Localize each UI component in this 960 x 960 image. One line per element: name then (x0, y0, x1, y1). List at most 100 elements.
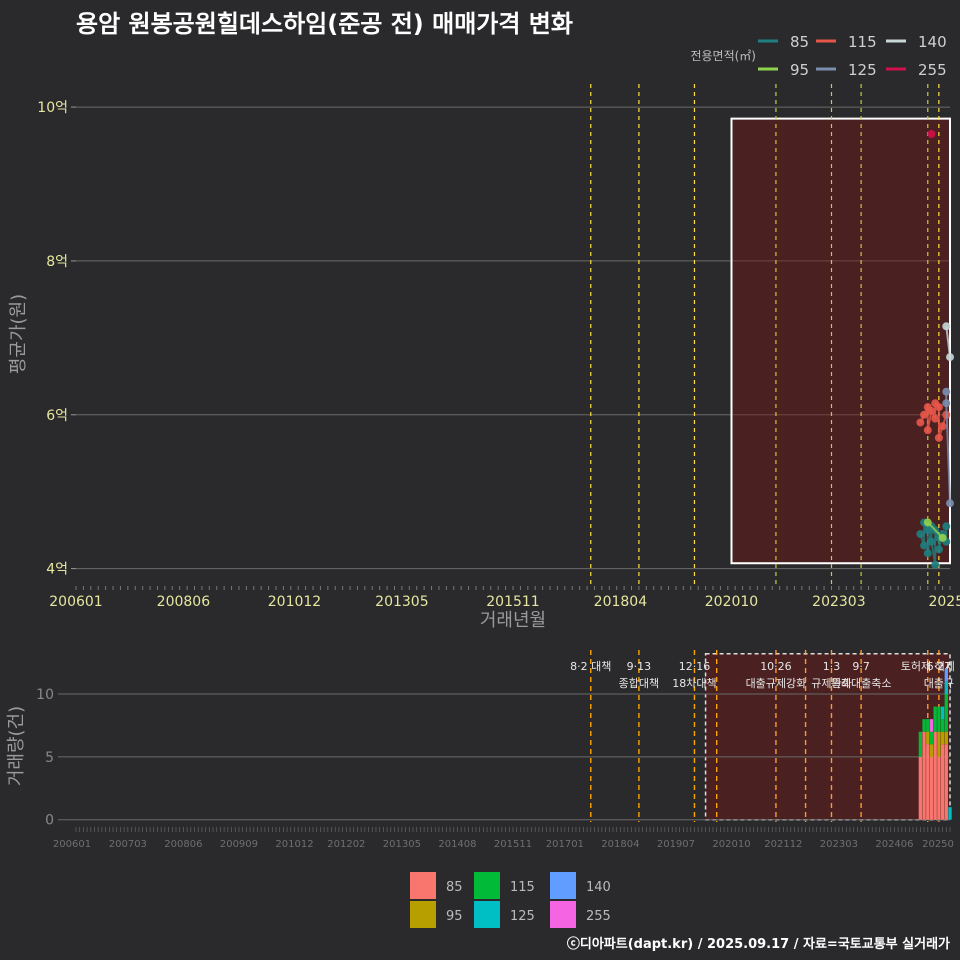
volume-legend-swatch (474, 872, 500, 899)
volume-xtick-label: 200703 (109, 839, 147, 850)
volume-bar-segment (948, 807, 952, 820)
price-point (938, 533, 947, 542)
volume-bar-segment (940, 731, 945, 745)
volume-legend-label: 95 (446, 909, 463, 924)
price-point (931, 560, 940, 569)
volume-xtick-label: 201012 (275, 839, 313, 850)
price-series-255 (927, 130, 936, 138)
price-point (934, 433, 943, 442)
volume-xtick-label: 201202 (327, 839, 365, 850)
volume-bar-segment (929, 744, 934, 757)
volume-bar-segment (940, 706, 945, 720)
price-ytick-label: 6억 (46, 408, 68, 424)
price-point (923, 549, 932, 558)
price-point (942, 322, 951, 331)
volume-event-label: 12·16 (679, 660, 711, 673)
volume-bar-segment (944, 694, 948, 732)
price-point (923, 518, 932, 527)
price-point (934, 545, 943, 554)
volume-event-label: 대출규제강화 (746, 677, 807, 690)
volume-legend-swatch (550, 901, 576, 928)
price-legend-label: 140 (918, 33, 947, 51)
volume-ytick-label: 5 (45, 750, 54, 766)
volume-xtick-label: 201907 (657, 839, 695, 850)
price-point (942, 387, 951, 396)
volume-legend-label: 125 (510, 909, 535, 924)
volume-panel: 0 5 10 8·2 대책 9·13 종합대책 12·16 18차대책 10·26 대출규제강화 1… (6, 650, 955, 928)
price-point (938, 422, 947, 431)
volume-bar-segment (937, 706, 941, 732)
price-xtick-label: 202010 (705, 594, 758, 610)
price-xtick-label: 201012 (268, 594, 321, 610)
volume-xtick-label: 202303 (820, 839, 858, 850)
volume-bar-segment (944, 744, 948, 820)
volume-ytick-label: 10 (36, 687, 54, 703)
volume-bar-segment (918, 731, 923, 757)
volume-bar-segment (933, 731, 937, 820)
price-point (916, 418, 925, 427)
volume-legend-swatch (474, 901, 500, 928)
price-xtick-label: 2025 (928, 594, 960, 610)
volume-event-label: 특례대출축소 (831, 677, 892, 690)
volume-event-label: 대출규 (924, 677, 954, 690)
chart-canvas: 4억 6억 8억 10억 200601 200806 201012 201305 201511 2… (6, 33, 960, 928)
price-ytick-label: 8억 (46, 254, 68, 270)
volume-legend-swatch (550, 872, 576, 899)
price-point (927, 130, 936, 138)
price-panel: 4억 6억 8억 10억 200601 200806 201012 201305 201511 2… (8, 33, 960, 631)
volume-bar-segment (926, 719, 930, 732)
price-point (946, 353, 954, 362)
price-y-axis-title: 평균가(원) (8, 294, 29, 374)
volume-xtick-label: 201804 (601, 839, 639, 850)
price-x-axis-title: 거래년월 (480, 610, 546, 631)
volume-bar-segment (933, 706, 937, 732)
price-xtick-label: 202303 (812, 594, 865, 610)
volume-xtick-label: 20250 (922, 839, 954, 850)
volume-bar-segment (944, 731, 948, 745)
price-legend-label: 115 (848, 33, 877, 51)
volume-legend-swatch (410, 872, 436, 899)
volume-bar-segment (944, 681, 948, 694)
volume-bar-segment (926, 731, 930, 745)
price-point (942, 522, 951, 531)
volume-event-label: 9·7 (852, 660, 870, 673)
price-xtick-label: 201511 (486, 594, 539, 610)
price-legend-label: 85 (790, 33, 809, 51)
price-legend-label: 125 (848, 61, 877, 79)
volume-legend-label: 85 (446, 880, 463, 895)
volume-xtick-label: 202406 (875, 839, 913, 850)
credit-line: ⓒ디아파트(dapt.kr) / 2025.09.17 / 자료=국토교통부 실… (566, 937, 950, 952)
price-point (931, 414, 940, 423)
price-point (920, 410, 929, 419)
price-point (916, 530, 925, 538)
volume-event-label: 8·2 대책 (570, 660, 611, 673)
volume-bar-segment (926, 744, 930, 820)
volume-xtick-label: 201511 (494, 839, 532, 850)
price-xtick-label: 201804 (594, 594, 648, 610)
volume-bar-segment (918, 756, 923, 820)
price-legend-label: 95 (790, 61, 809, 79)
volume-legend-label: 140 (586, 880, 611, 895)
volume-xtick-label: 201701 (546, 839, 584, 850)
volume-xtick-label: 200806 (164, 839, 202, 850)
volume-xtick-label: 201408 (438, 839, 476, 850)
price-ytick-label: 4억 (46, 562, 68, 578)
price-point (927, 406, 936, 415)
volume-bar-segment (937, 756, 941, 820)
volume-bar-segment (937, 731, 941, 757)
price-point (923, 426, 932, 435)
price-xtick-label: 200601 (49, 594, 102, 610)
price-point (942, 399, 951, 408)
price-legend-title: 전용면적(㎡) (690, 49, 756, 63)
volume-bar-segment (944, 668, 948, 682)
volume-event-label: 종합대책 (619, 677, 659, 690)
volume-bar-segment (922, 719, 926, 732)
price-point (934, 403, 943, 412)
price-point (927, 537, 936, 546)
volume-xtick-label: 200909 (220, 839, 258, 850)
volume-bar-segment (922, 731, 926, 820)
volume-bar-segment (940, 744, 945, 820)
volume-bar-segment (929, 719, 934, 732)
volume-event-label: 10·26 (760, 660, 792, 673)
volume-xtick-label: 202112 (764, 839, 802, 850)
